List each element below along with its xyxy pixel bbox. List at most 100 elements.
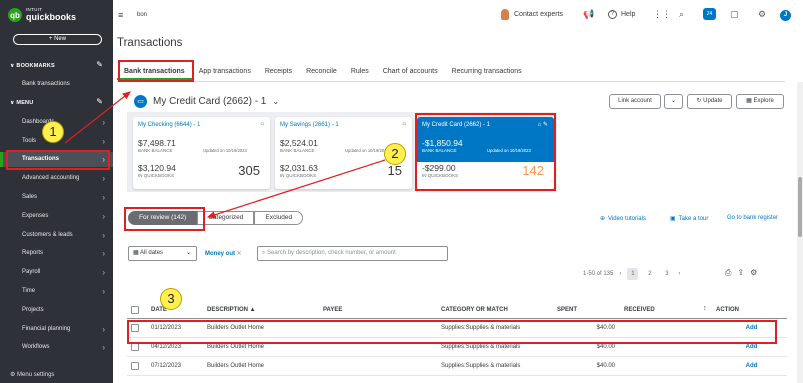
category-header[interactable]: CATEGORY OR MATCH [437,302,553,319]
settings-gear-icon[interactable]: ⚙ [758,9,766,20]
megaphone-icon[interactable]: 📢 [583,9,594,20]
tab-receipts[interactable]: Receipts [258,64,299,80]
add-button[interactable]: Add [712,337,787,357]
page-1[interactable]: 1 [627,268,639,280]
annotation-number-3: 3 [160,288,182,310]
tab-app-transactions[interactable]: App transactions [192,64,258,80]
chevron-down-icon: ⌄ [272,97,280,106]
category-cell[interactable]: Supplies:Supplies & materials [437,356,553,376]
categorized-pill[interactable]: Categorized [197,211,255,225]
pagination: 1-50 of 135 ‹ 1 2 3 › [583,268,680,280]
sidebar-item-transactions[interactable]: Transactions › [0,152,113,167]
quickbooks-logo[interactable]: qb INTUIT quickbooks [8,8,76,22]
table-header-row: DATE DESCRIPTION ▲ PAYEE CATEGORY OR MAT… [127,302,787,319]
select-all-checkbox[interactable] [131,305,139,314]
take-a-tour-link[interactable]: ▣ Take a tour [670,215,708,223]
sidebar-item-bank-transactions[interactable]: Bank transactions [0,77,113,92]
prev-page-icon[interactable]: ‹ [619,271,621,277]
spent-header[interactable]: SPENT [553,302,620,319]
tab-reconcile[interactable]: Reconcile [299,64,344,80]
quickbooks-balance-label: IN QUICKBOOKS [280,173,317,178]
for-review-pill[interactable]: For review (142) [128,211,198,225]
page-3[interactable]: 3 [661,268,672,280]
sidebar-item-time[interactable]: Time › [0,284,113,299]
row-checkbox[interactable] [131,323,139,332]
page-2[interactable]: 2 [644,268,655,280]
clipboard-icon[interactable]: ▢ [730,9,739,20]
search-icon[interactable]: ⌕ [679,9,684,20]
sidebar-item-label: Tools [22,138,37,144]
sidebar-item-workflows[interactable]: Workflows › [0,340,113,355]
category-cell[interactable]: Supplies:Supplies & materials [437,318,553,338]
video-tutorials-link[interactable]: ⊕ Video tutorials [600,215,646,223]
tab-chart-of-accounts[interactable]: Chart of accounts [376,64,445,80]
bank-balance: $2,524.01 [280,138,318,148]
description-header[interactable]: DESCRIPTION ▲ [203,302,319,319]
link-account-button[interactable]: Link account [609,94,661,109]
transactions-tabs: Bank transactions App transactions Recei… [117,64,529,80]
scrollbar-thumb[interactable] [798,177,802,237]
menu-settings-link[interactable]: ⚙ Menu settings [10,371,54,378]
add-button[interactable]: Add [712,318,787,338]
received-header[interactable]: RECEIVED [620,302,700,319]
sidebar-item-customers-leads[interactable]: Customers & leads › [0,228,113,243]
search-input[interactable]: ⌕ Search by description, check number, o… [257,246,448,261]
quickbooks-balance: -$299.00 [422,163,456,173]
row-checkbox[interactable] [131,342,139,351]
close-icon[interactable]: ✕ [235,251,242,257]
sidebar-item-expenses[interactable]: Expenses › [0,209,113,224]
edit-bookmarks-pencil-icon[interactable]: ✎ [96,60,103,69]
avatar[interactable]: J [780,10,791,21]
payee-header[interactable]: PAYEE [319,302,437,319]
update-button[interactable]: ↻ Update [687,94,732,109]
sidebar-item-label: Customers & leads [22,232,73,238]
sidebar-item-payroll[interactable]: Payroll › [0,265,113,280]
bank-icon: ⌂ [402,121,406,127]
row-checkbox[interactable] [131,361,139,370]
sidebar-item-financial-planning[interactable]: Financial planning › [0,322,113,337]
sidebar-item-advanced-accounting[interactable]: Advanced accounting › [0,171,113,186]
category-cell[interactable]: Supplies:Supplies & materials [437,337,553,357]
credit-card-icon: ▭ [134,95,147,108]
bank-register-link[interactable]: Go to bank register [727,215,778,221]
menu-header[interactable]: ∨ MENU [10,100,33,106]
all-dates-dropdown[interactable]: ▦ All dates ⌄ [128,246,197,261]
table-row[interactable]: 04/12/2023 Builders Outlet Home Supplies… [127,337,787,357]
add-button[interactable]: Add [712,356,787,376]
edit-menu-pencil-icon[interactable]: ✎ [96,97,103,106]
account-card-checking[interactable]: My Checking (6644) - 1 ⌂ $7,498.71 BANK … [133,117,270,189]
link-account-dropdown-chevron-icon[interactable]: ⌄ [664,94,683,109]
sidebar-item-reports[interactable]: Reports › [0,246,113,261]
tab-rules[interactable]: Rules [344,64,376,80]
payee-cell[interactable] [319,318,437,338]
next-page-icon[interactable]: › [678,271,680,277]
notifications-badge[interactable]: 24 [703,8,716,20]
chevron-right-icon: › [102,268,105,277]
apps-grid-icon[interactable]: ⋮⋮ [653,9,671,20]
bookmarks-header[interactable]: ∨ BOOKMARKS [10,63,55,69]
print-icon[interactable]: ⎙ [725,268,731,278]
page-scrollbar[interactable] [797,82,803,383]
export-icon[interactable]: ⇪ [737,268,744,278]
sidebar-item-sales[interactable]: Sales › [0,190,113,205]
payee-cell[interactable] [319,337,437,357]
annotation-number-1: 1 [42,121,64,143]
help-button[interactable]: ? Help [608,10,635,19]
account-card-credit-card[interactable]: My Credit Card (2662) - 1 ⌂ ✎ -$1,850.94… [417,117,554,189]
money-out-filter-chip[interactable]: Money out ✕ [205,250,242,257]
chevron-right-icon: › [102,343,105,352]
table-row[interactable]: 01/12/2023 Builders Outlet Home Supplies… [127,318,787,338]
new-button[interactable]: + New [13,34,102,45]
tab-bank-transactions[interactable]: Bank transactions [117,64,192,80]
payee-cell[interactable] [319,356,437,376]
table-row[interactable]: 07/12/2023 Builders Outlet Home Supplies… [127,356,787,376]
contact-experts-button[interactable]: Contact experts [501,9,563,20]
account-selector[interactable]: ▭ My Credit Card (2662) - 1 ⌄ [134,95,279,108]
table-settings-gear-icon[interactable]: ⚙ [750,268,757,278]
sidebar-item-label: Transactions [22,156,60,162]
excluded-pill[interactable]: Excluded [254,211,304,225]
hamburger-menu-icon[interactable]: ≡ [118,10,123,20]
tab-recurring-transactions[interactable]: Recurring transactions [445,64,529,80]
explore-button[interactable]: ▦ Explore [736,94,784,109]
sidebar-item-projects[interactable]: Projects [0,303,113,318]
